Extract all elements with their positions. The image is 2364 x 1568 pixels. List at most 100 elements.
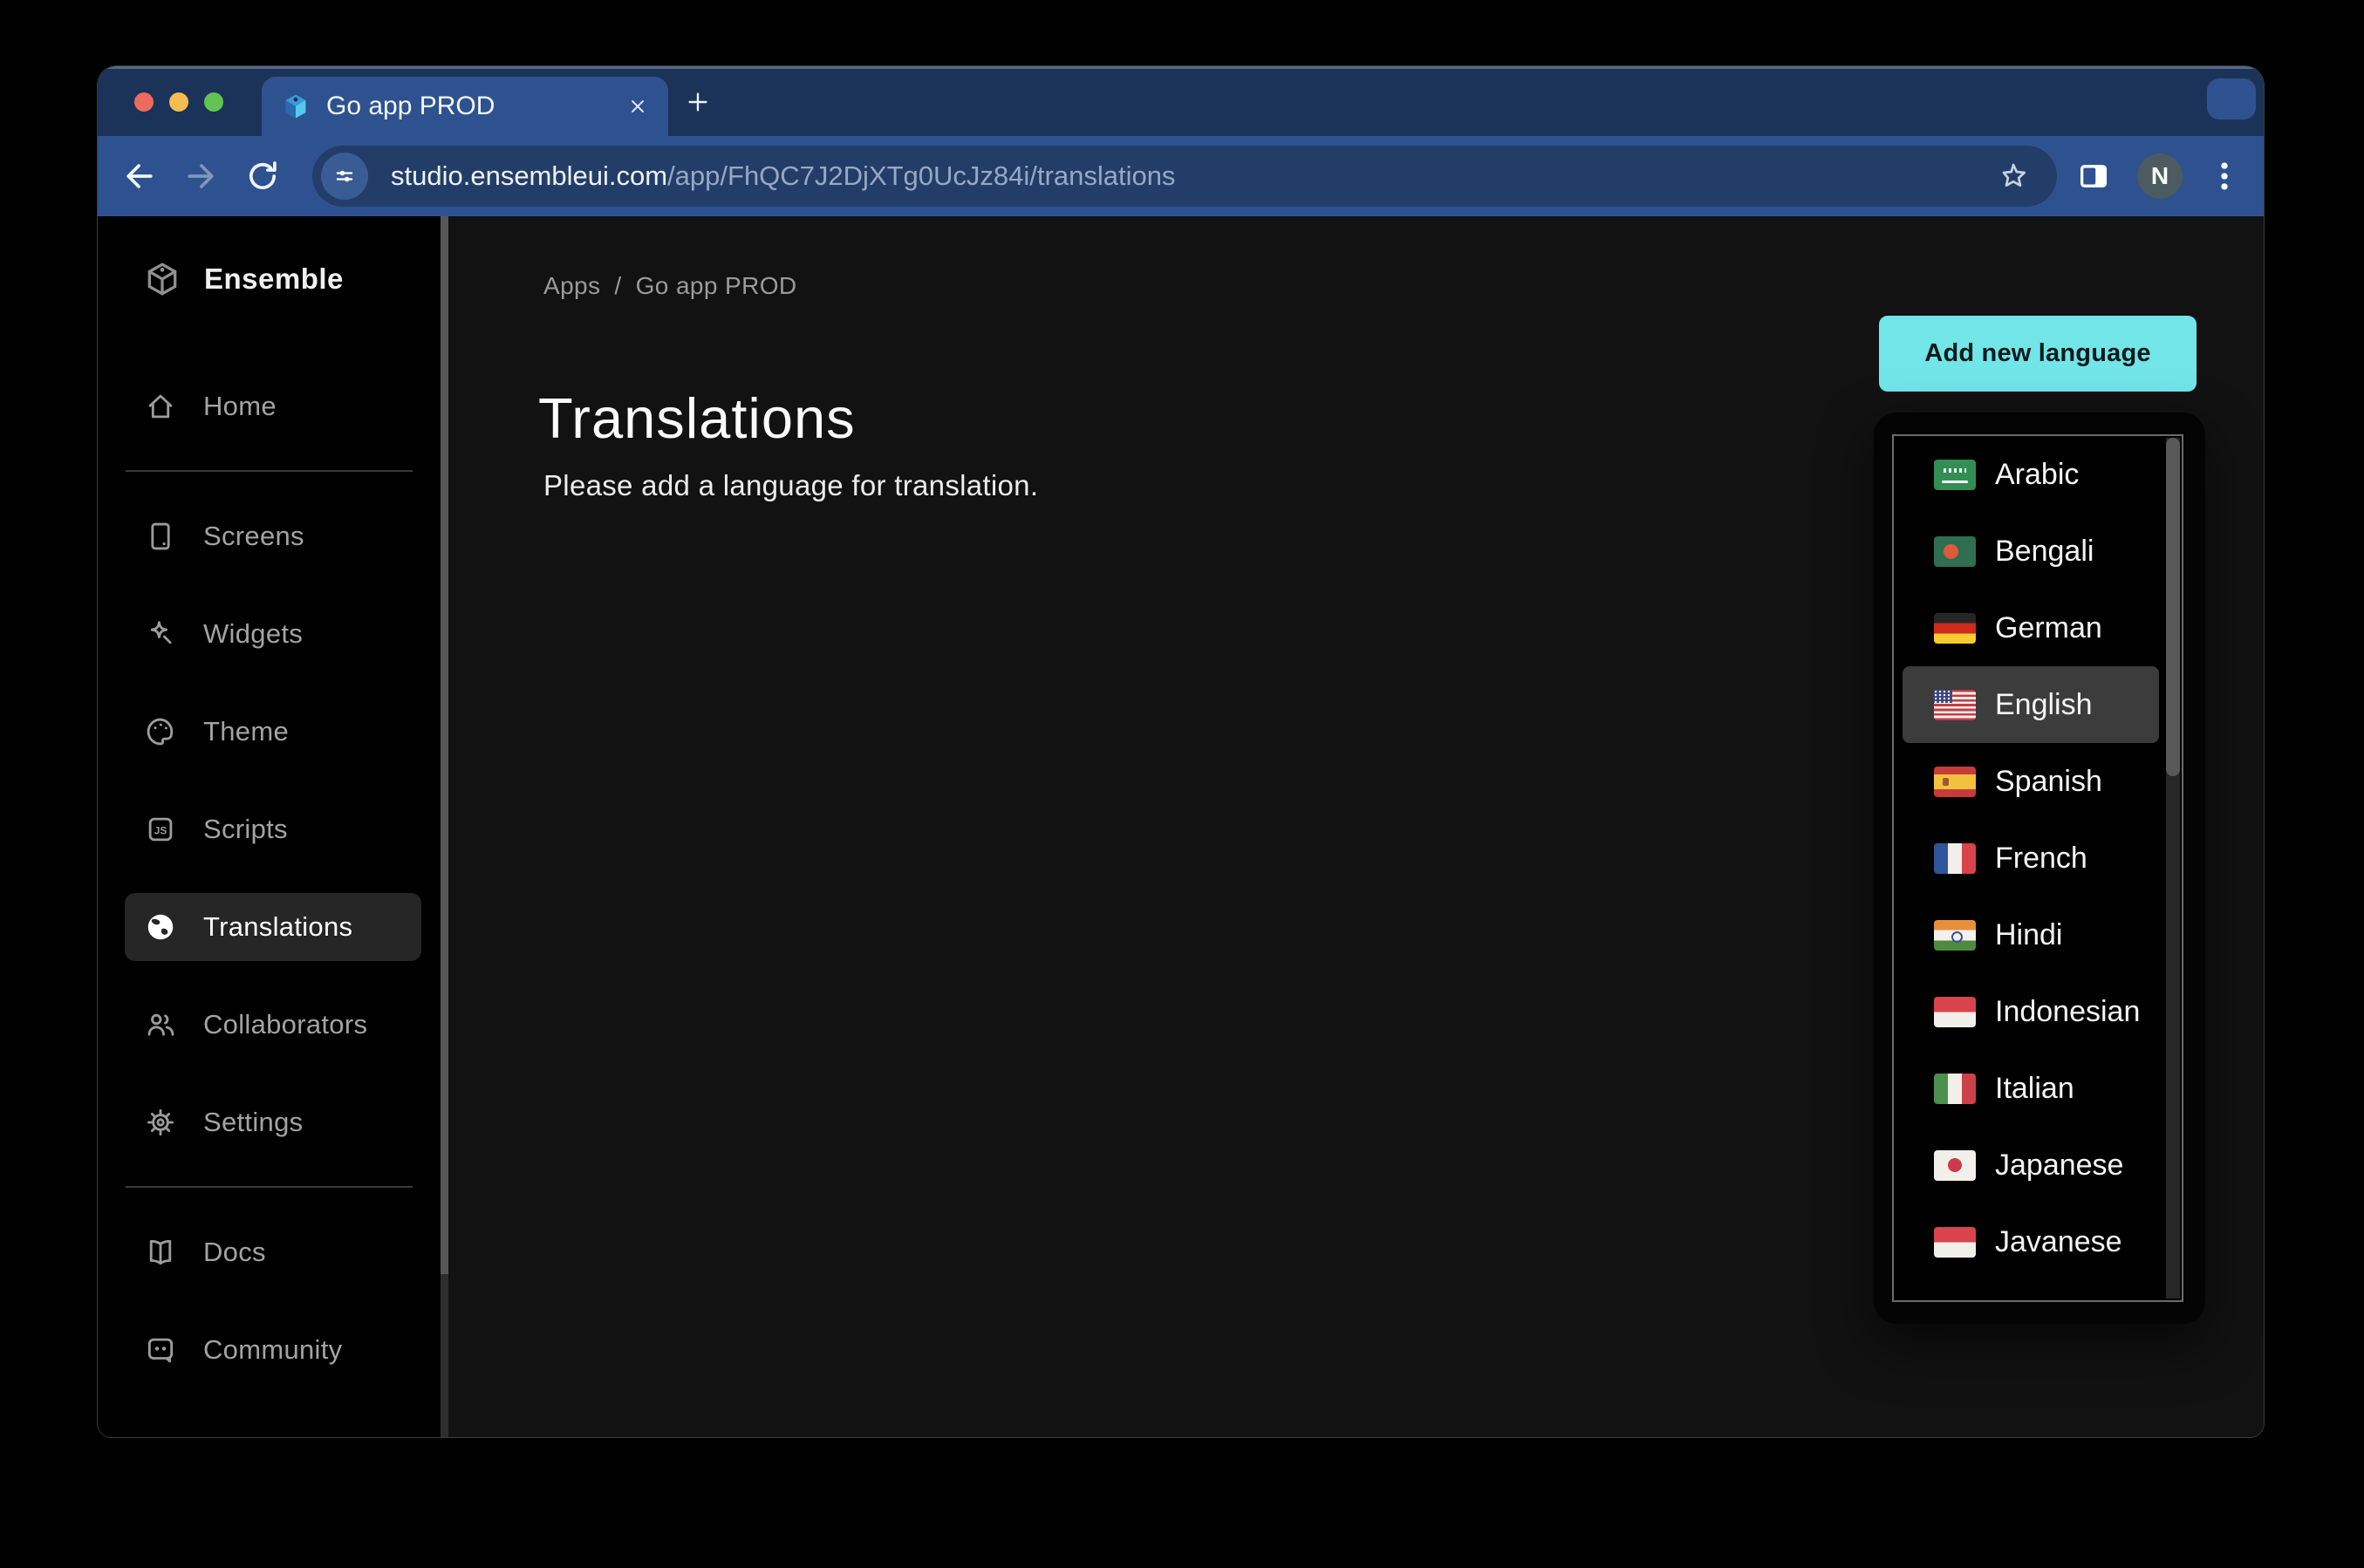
language-option-label: Spanish xyxy=(1995,765,2102,799)
community-icon xyxy=(144,1333,177,1367)
language-option-arabic[interactable]: Arabic xyxy=(1903,436,2159,513)
sidebar-item-label: Widgets xyxy=(203,618,303,650)
language-option-label: French xyxy=(1995,842,2087,876)
sidebar-item-scripts[interactable]: JS Scripts xyxy=(125,795,421,863)
theme-icon xyxy=(144,715,177,748)
language-option-italian[interactable]: Italian xyxy=(1903,1050,2159,1127)
settings-icon xyxy=(144,1106,177,1139)
new-tab-button[interactable] xyxy=(684,88,712,116)
home-icon xyxy=(144,390,177,423)
forward-button[interactable] xyxy=(181,157,220,195)
tab-list-chevron-button[interactable] xyxy=(2207,78,2256,119)
language-option-label: Indonesian xyxy=(1995,995,2140,1029)
browser-toolbar: studio.ensembleui.com/app/FhQC7J2DjXTg0U… xyxy=(98,136,2264,216)
reload-button[interactable] xyxy=(243,157,282,195)
sidebar-item-translations[interactable]: Translations xyxy=(125,893,421,961)
language-option-spanish[interactable]: Spanish xyxy=(1903,743,2159,820)
bookmark-star-icon[interactable] xyxy=(1996,159,2031,194)
sidebar-item-widgets[interactable]: Widgets xyxy=(125,600,421,668)
sidebar-item-label: Docs xyxy=(203,1237,266,1268)
translations-icon xyxy=(144,910,177,944)
brand-label: Ensemble xyxy=(204,262,344,296)
language-option-japanese[interactable]: Japanese xyxy=(1903,1127,2159,1203)
language-option-label: Javanese xyxy=(1995,1225,2122,1259)
sidebar-item-docs[interactable]: Docs xyxy=(125,1218,421,1286)
tune-icon xyxy=(331,163,358,189)
sidebar-item-home[interactable]: Home xyxy=(125,372,421,440)
breadcrumb-separator: / xyxy=(614,272,621,300)
screens-icon xyxy=(144,520,177,553)
language-list: Arabic Bengali German English Spanish French H… xyxy=(1892,434,2183,1302)
address-bar[interactable]: studio.ensembleui.com/app/FhQC7J2DjXTg0U… xyxy=(312,146,2057,207)
url-path: /app/FhQC7J2DjXTg0UcJz84i/translations xyxy=(667,160,1175,191)
url-text: studio.ensembleui.com/app/FhQC7J2DjXTg0U… xyxy=(391,160,1175,192)
sidebar-item-community[interactable]: Community xyxy=(125,1316,421,1384)
language-option-label: Japanese xyxy=(1995,1149,2123,1183)
sidebar-item-collaborators[interactable]: Collaborators xyxy=(125,991,421,1059)
window-controls xyxy=(134,92,223,112)
sidebar-item-label: Scripts xyxy=(203,814,288,845)
dropdown-scrollbar-thumb[interactable] xyxy=(2166,438,2180,776)
language-option-label: Bengali xyxy=(1995,535,2094,569)
profile-avatar[interactable]: N xyxy=(2137,153,2183,199)
language-option-english[interactable]: English xyxy=(1903,666,2159,743)
sidebar-divider xyxy=(126,470,413,472)
breadcrumb: Apps / Go app PROD xyxy=(543,272,797,300)
language-option-label: Italian xyxy=(1995,1072,2074,1106)
ensemble-favicon-icon xyxy=(281,92,311,121)
desktop-background: Go app PROD studio.ensembleui.com/app/Fh… xyxy=(0,0,2364,1568)
browser-tab[interactable]: Go app PROD xyxy=(262,77,668,136)
back-button[interactable] xyxy=(120,157,159,195)
sidebar-scrollbar[interactable] xyxy=(441,216,448,1437)
flag-es-icon xyxy=(1934,767,1976,797)
language-option-bengali[interactable]: Bengali xyxy=(1903,513,2159,590)
flag-fr-icon xyxy=(1934,843,1976,874)
sidebar-item-settings[interactable]: Settings xyxy=(125,1088,421,1156)
collaborators-icon xyxy=(144,1008,177,1041)
add-new-language-button[interactable]: Add new language xyxy=(1879,316,2197,392)
docs-icon xyxy=(144,1236,177,1269)
breadcrumb-apps-link[interactable]: Apps xyxy=(543,272,600,300)
language-option-label: Arabic xyxy=(1995,458,2079,492)
language-option-indonesian[interactable]: Indonesian xyxy=(1903,973,2159,1050)
flag-id-icon xyxy=(1934,997,1976,1027)
language-option-french[interactable]: French xyxy=(1903,820,2159,896)
sidebar-item-label: Collaborators xyxy=(203,1009,367,1040)
widgets-icon xyxy=(144,617,177,651)
breadcrumb-current: Go app PROD xyxy=(636,272,797,300)
site-settings-chip[interactable] xyxy=(321,153,368,200)
flag-in-icon xyxy=(1934,920,1976,951)
sidebar-item-theme[interactable]: Theme xyxy=(125,698,421,766)
tab-title: Go app PROD xyxy=(326,92,495,121)
url-host: studio.ensembleui.com xyxy=(391,160,667,191)
sidebar-item-label: Screens xyxy=(203,521,304,552)
close-window-button[interactable] xyxy=(134,92,154,112)
ensemble-logo-icon xyxy=(143,260,181,298)
language-option-label: German xyxy=(1995,611,2102,645)
flag-jv-icon xyxy=(1934,1227,1976,1258)
language-option-german[interactable]: German xyxy=(1903,590,2159,666)
language-dropdown: Arabic Bengali German English Spanish French H… xyxy=(1874,412,2205,1324)
sidebar-item-label: Theme xyxy=(203,716,289,747)
page-content: Ensemble Home Screens Widgets Theme JS Script… xyxy=(98,216,2264,1437)
tab-close-icon[interactable] xyxy=(626,95,649,118)
language-option-hindi[interactable]: Hindi xyxy=(1903,896,2159,973)
sidebar-scrollbar-thumb[interactable] xyxy=(441,216,448,1274)
minimize-window-button[interactable] xyxy=(169,92,188,112)
language-option-label: Hindi xyxy=(1995,918,2062,952)
sidebar-item-label: Community xyxy=(203,1334,342,1366)
language-option-javanese[interactable]: Javanese xyxy=(1903,1203,2159,1280)
sidebar-nav: Home Screens Widgets Theme JS Scripts Translat… xyxy=(98,302,441,1384)
sidebar-item-label: Home xyxy=(203,391,277,422)
side-panel-button[interactable] xyxy=(2074,136,2113,216)
language-option-label: English xyxy=(1995,688,2093,722)
browser-window: Go app PROD studio.ensembleui.com/app/Fh… xyxy=(98,66,2264,1437)
flag-us-icon xyxy=(1934,690,1976,720)
brand: Ensemble xyxy=(98,216,441,302)
scripts-icon: JS xyxy=(144,813,177,846)
empty-state-message: Please add a language for translation. xyxy=(543,469,1038,502)
sidebar-item-screens[interactable]: Screens xyxy=(125,502,421,570)
zoom-window-button[interactable] xyxy=(204,92,223,112)
browser-menu-button[interactable] xyxy=(2205,136,2244,216)
page-title: Translations xyxy=(538,385,856,451)
